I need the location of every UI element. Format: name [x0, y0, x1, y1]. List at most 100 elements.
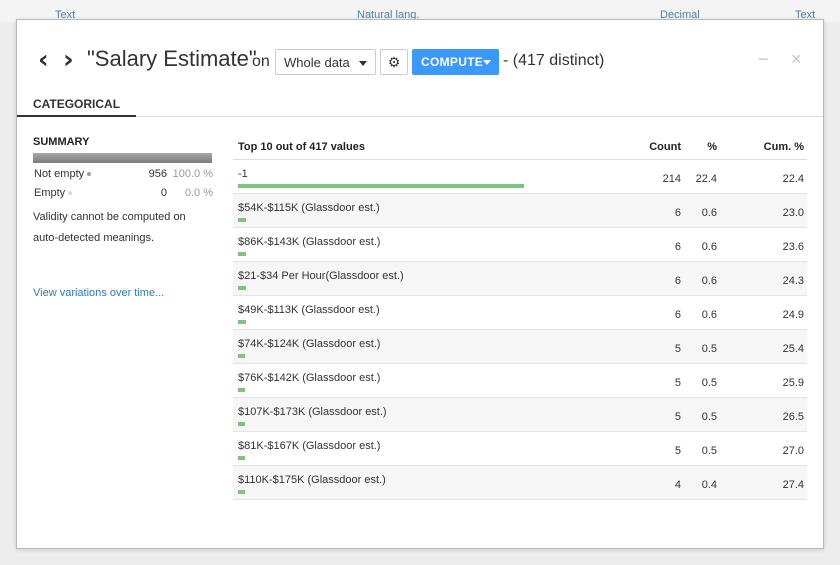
modal-header: ‹ › "Salary Estimate" on Whole data ⚙ CO…	[17, 20, 823, 100]
table-row[interactable]: $49K-$113K (Glassdoor est.) 6 0.6 24.9	[233, 296, 807, 330]
caret-down-icon	[483, 60, 491, 65]
frequency-bar	[238, 388, 245, 392]
value-label: $107K-$173K (Glassdoor est.)	[238, 406, 387, 418]
table-row[interactable]: $86K-$143K (Glassdoor est.) 6 0.6 23.6	[233, 228, 807, 262]
top-values-table: Top 10 out of 417 values Count % Cum. % …	[233, 134, 807, 500]
cum-pct-cell: 24.9	[782, 309, 804, 321]
header-value: Top 10 out of 417 values	[238, 141, 365, 153]
pct-cell: 0.6	[701, 241, 717, 253]
count-cell: 214	[662, 173, 681, 185]
pct-cell: 22.4	[695, 173, 717, 185]
cum-pct-cell: 22.4	[782, 173, 804, 185]
value-label: $49K-$113K (Glassdoor est.)	[238, 304, 380, 316]
cum-pct-cell: 25.9	[782, 377, 804, 389]
table-row[interactable]: $76K-$142K (Glassdoor est.) 5 0.5 25.9	[233, 364, 807, 398]
table-row[interactable]: $107K-$173K (Glassdoor est.) 5 0.5 26.5	[233, 398, 807, 432]
frequency-bar	[238, 422, 245, 426]
compute-button[interactable]: COMPUTE	[412, 49, 499, 75]
count-cell: 6	[674, 309, 681, 321]
cum-pct-cell: 26.5	[782, 411, 804, 423]
table-row[interactable]: $21-$34 Per Hour(Glassdoor est.) 6 0.6 24.3	[233, 262, 807, 296]
header-pct[interactable]: %	[707, 141, 717, 153]
summary-bar	[33, 153, 212, 163]
value-label: $81K-$167K (Glassdoor est.)	[238, 440, 381, 452]
count-cell: 6	[674, 207, 681, 219]
empty-row: Empty 0 0.0 %	[33, 182, 213, 201]
count-cell: 4	[674, 479, 681, 491]
table-body: -1 214 22.4 22.4 $54K-$115K (Glassdoor est.)…	[233, 160, 807, 500]
cum-pct-cell: 27.0	[782, 445, 804, 457]
chevron-right-icon[interactable]: ›	[63, 47, 77, 73]
compute-label: COMPUTE	[421, 55, 484, 69]
frequency-bar	[238, 218, 246, 222]
not-empty-count: 956	[148, 168, 167, 180]
sample-select[interactable]: Whole data	[275, 49, 376, 75]
value-label: $54K-$115K (Glassdoor est.)	[238, 202, 380, 214]
value-label: -1	[238, 168, 248, 180]
cum-pct-cell: 25.4	[782, 343, 804, 355]
table-row[interactable]: $74K-$124K (Glassdoor est.) 5 0.5 25.4	[233, 330, 807, 364]
gear-icon: ⚙	[387, 54, 401, 70]
column-title: "Salary Estimate"	[87, 46, 257, 71]
tab-bar: CATEGORICAL	[17, 90, 823, 117]
frequency-bar	[238, 354, 245, 358]
empty-pct: 0.0 %	[184, 187, 213, 199]
validity-note: Validity cannot be computed on auto-dete…	[33, 211, 186, 244]
legend-dot-icon	[87, 172, 92, 177]
not-empty-row: Not empty 956 100.0 %	[33, 163, 213, 182]
legend-dot-icon	[68, 191, 73, 196]
pct-cell: 0.5	[701, 343, 717, 355]
frequency-bar	[238, 490, 245, 494]
distinct-count: - (417 distinct)	[503, 52, 605, 69]
count-cell: 6	[674, 241, 681, 253]
on-label: on	[252, 53, 270, 70]
view-variations-link[interactable]: View variations over time...	[33, 287, 164, 299]
summary-title: SUMMARY	[33, 136, 90, 148]
frequency-bar	[238, 252, 246, 256]
pct-cell: 0.5	[701, 411, 717, 423]
cum-pct-cell: 24.3	[782, 275, 804, 287]
pct-cell: 0.5	[701, 377, 717, 389]
value-label: $110K-$175K (Glassdoor est.)	[238, 474, 386, 486]
table-header: Top 10 out of 417 values Count % Cum. %	[233, 134, 807, 160]
value-label: $76K-$142K (Glassdoor est.)	[238, 372, 381, 384]
count-cell: 5	[674, 445, 681, 457]
frequency-bar	[238, 286, 246, 290]
close-icon[interactable]: ×	[791, 49, 802, 70]
chevron-left-icon[interactable]: ‹	[38, 47, 52, 73]
settings-button[interactable]: ⚙	[380, 49, 408, 75]
header-cum-pct[interactable]: Cum. %	[764, 141, 804, 153]
value-label: $86K-$143K (Glassdoor est.)	[238, 236, 381, 248]
frequency-bar	[238, 456, 245, 460]
table-row[interactable]: $110K-$175K (Glassdoor est.) 4 0.4 27.4	[233, 466, 807, 500]
pct-cell: 0.4	[701, 479, 717, 491]
frequency-bar	[238, 184, 524, 188]
count-cell: 5	[674, 343, 681, 355]
cum-pct-cell: 23.6	[782, 241, 804, 253]
empty-count: 0	[160, 187, 167, 199]
frequency-bar	[238, 320, 246, 324]
value-label: $74K-$124K (Glassdoor est.)	[238, 338, 381, 350]
count-cell: 6	[674, 275, 681, 287]
empty-label: Empty	[34, 187, 66, 199]
not-empty-pct: 100.0 %	[172, 168, 213, 180]
pct-cell: 0.6	[701, 207, 717, 219]
caret-down-icon	[359, 61, 367, 66]
header-count[interactable]: Count	[649, 141, 681, 153]
table-row[interactable]: $54K-$115K (Glassdoor est.) 6 0.6 23.0	[233, 194, 807, 228]
pct-cell: 0.6	[701, 275, 717, 287]
count-cell: 5	[674, 377, 681, 389]
cum-pct-cell: 23.0	[782, 207, 804, 219]
sample-select-value: Whole data	[284, 55, 350, 70]
table-row[interactable]: $81K-$167K (Glassdoor est.) 5 0.5 27.0	[233, 432, 807, 466]
not-empty-label: Not empty	[34, 168, 85, 180]
minimize-icon[interactable]: −	[758, 49, 769, 70]
value-label: $21-$34 Per Hour(Glassdoor est.)	[238, 270, 404, 282]
tab-categorical[interactable]: CATEGORICAL	[17, 90, 136, 117]
table-row[interactable]: -1 214 22.4 22.4	[233, 160, 807, 194]
count-cell: 5	[674, 411, 681, 423]
pct-cell: 0.6	[701, 309, 717, 321]
cum-pct-cell: 27.4	[782, 479, 804, 491]
summary-panel: SUMMARY Not empty 956 100.0 % Empty 0 0.…	[33, 136, 213, 249]
column-analysis-modal: ‹ › "Salary Estimate" on Whole data ⚙ CO…	[16, 19, 824, 549]
